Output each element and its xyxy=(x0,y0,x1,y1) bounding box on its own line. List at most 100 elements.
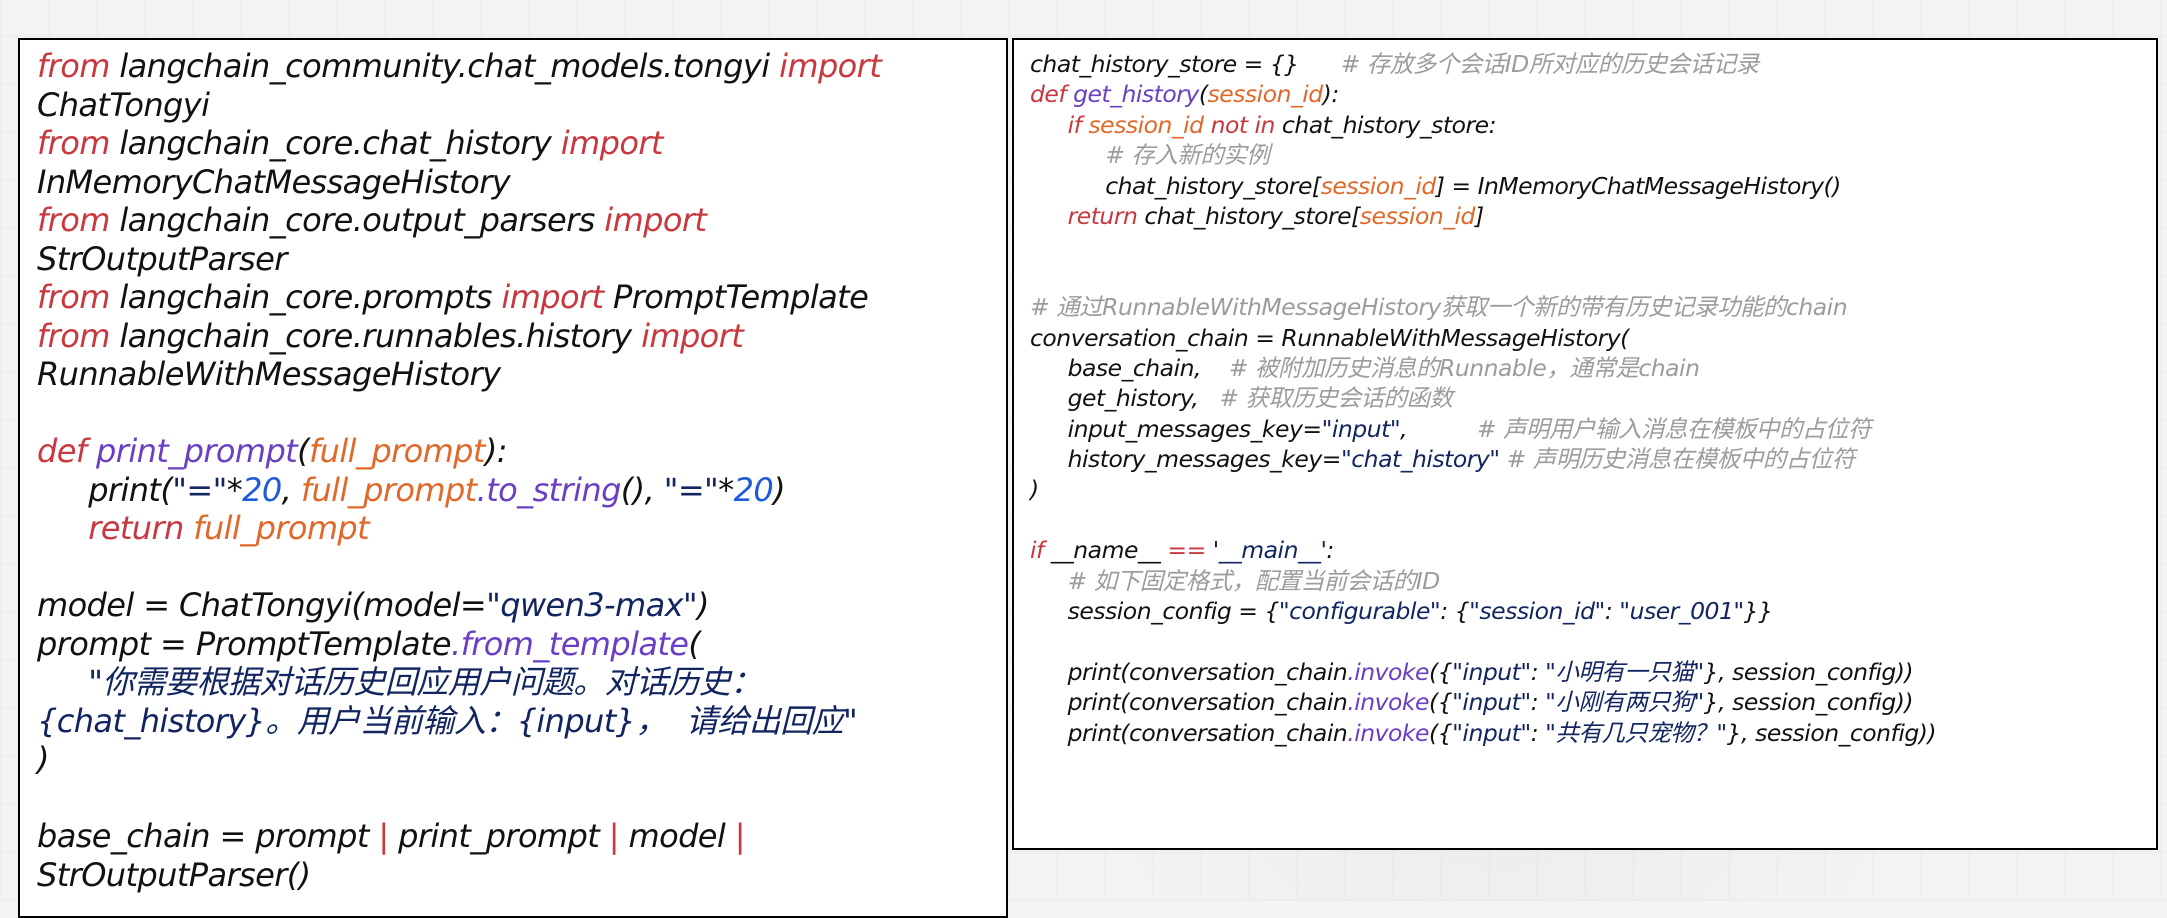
code-line: input_messages_key="input", # 声明用户输入消息在模… xyxy=(1030,414,2156,444)
code-token: ({ xyxy=(1429,718,1453,747)
code-token: * xyxy=(718,470,734,509)
code-token: PromptTemplate xyxy=(603,278,869,316)
code-token: import xyxy=(560,124,664,162)
code-line: if session_id not in chat_history_store: xyxy=(1030,110,2156,140)
code-line: RunnableWithMessageHistory xyxy=(37,355,1006,394)
code-token: chat_history_store[ xyxy=(1137,201,1360,230)
code-token: "=" xyxy=(172,470,227,509)
code-token: get_history xyxy=(1073,80,1199,109)
code-token: ] = InMemoryChatMessageHistory() xyxy=(1435,171,1842,200)
code-token: model xyxy=(618,817,735,855)
code-line: # 如下固定格式，配置当前会话的ID xyxy=(1030,566,2156,596)
code-token: ): xyxy=(484,432,508,470)
code-panel-right: chat_history_store = {} # 存放多个会话ID所对应的历史… xyxy=(1012,38,2158,850)
code-token: full_prompt xyxy=(300,470,477,509)
code-token: # 声明历史消息在模板中的占位符 xyxy=(1506,445,1856,474)
code-token: langchain_core.output_parsers xyxy=(109,201,605,239)
code-token: if xyxy=(1030,536,1044,565)
code-token: "你需要根据对话历史回应用户问题。对话历史： xyxy=(88,663,762,701)
code-token: "qwen3-max" xyxy=(486,586,698,624)
code-token: base_chain, xyxy=(1067,353,1229,382)
code-token: langchain_community.chat_models.tongyi xyxy=(109,47,780,85)
code-token: print(conversation_chain xyxy=(1067,657,1348,686)
code-token: "user_001" xyxy=(1619,597,1744,626)
code-token: : xyxy=(1530,688,1546,717)
code-token: .invoke xyxy=(1347,688,1429,717)
code-token: from xyxy=(37,124,110,162)
code-token: # 被附加历史消息的Runnable，通常是chain xyxy=(1228,353,1700,382)
code-token: .invoke xyxy=(1347,657,1429,686)
code-token: langchain_core.chat_history xyxy=(109,124,561,162)
code-token: __name__ xyxy=(1043,536,1168,565)
code-token: RunnableWithMessageHistory xyxy=(37,355,501,393)
code-token: input_messages_key= xyxy=(1067,414,1322,443)
code-token: chat_history_store: xyxy=(1274,110,1497,139)
code-token: : { xyxy=(1440,597,1470,626)
code-token: # 存入新的实例 xyxy=(1105,141,1270,170)
code-token: full_prompt xyxy=(193,509,370,547)
code-line: StrOutputParser xyxy=(37,240,1006,279)
code-line: ) xyxy=(37,740,1006,779)
code-token: langchain_core.runnables.history xyxy=(109,316,642,355)
code-token: base_chain = prompt xyxy=(37,817,379,855)
code-line: get_history, # 获取历史会话的函数 xyxy=(1030,383,2156,413)
code-token: chat_history_store[ xyxy=(1105,171,1321,200)
code-token: "configurable" xyxy=(1278,597,1441,626)
code-token: history_messages_key= xyxy=(1067,445,1342,474)
code-line: return chat_history_store[session_id] xyxy=(1030,201,2156,231)
code-token: ) xyxy=(1030,475,1039,504)
code-token: }} xyxy=(1743,597,1773,626)
code-token: , xyxy=(281,470,301,509)
code-token: == xyxy=(1167,536,1206,565)
code-line: base_chain, # 被附加历史消息的Runnable，通常是chain xyxy=(1030,353,2156,383)
code-token: print(conversation_chain xyxy=(1067,688,1348,717)
code-line: from langchain_community.chat_models.ton… xyxy=(37,47,1006,86)
code-token: import xyxy=(779,47,882,85)
code-line: ) xyxy=(1030,474,2156,504)
code-token: import xyxy=(641,316,744,355)
code-token: langchain_core.prompts xyxy=(109,278,502,316)
code-token: ( xyxy=(297,432,310,470)
code-line: return full_prompt xyxy=(37,509,1006,548)
code-line: print(conversation_chain.invoke({"input"… xyxy=(1030,718,2156,748)
code-token: session_id xyxy=(1207,80,1323,109)
code-line: StrOutputParser() xyxy=(37,856,1006,895)
code-panel-left: from langchain_community.chat_models.ton… xyxy=(18,38,1008,918)
code-line: "你需要根据对话历史回应用户问题。对话历史： xyxy=(37,663,1006,702)
code-line: print("="*20, full_prompt.to_string(), "… xyxy=(37,471,1006,510)
code-token: : xyxy=(1530,657,1546,686)
code-token: 20 xyxy=(733,470,774,509)
code-token: "input" xyxy=(1452,688,1531,717)
code-token: ( xyxy=(688,624,701,663)
code-token: if xyxy=(1067,110,1082,139)
code-line: print(conversation_chain.invoke({"input"… xyxy=(1030,657,2156,687)
code-token: "共有几只宠物？" xyxy=(1545,718,1727,747)
code-token: InMemoryChatMessageHistory xyxy=(37,162,511,201)
code-line: conversation_chain = RunnableWithMessage… xyxy=(1030,323,2156,353)
code-token: # 通过RunnableWithMessageHistory获取一个新的带有历史… xyxy=(1030,293,1848,322)
code-token: StrOutputParser() xyxy=(37,855,311,894)
code-token: # 声明用户输入消息在模板中的占位符 xyxy=(1476,414,1872,443)
code-line: session_config = {"configurable": {"sess… xyxy=(1030,596,2156,626)
code-token: StrOutputParser xyxy=(37,239,287,278)
code-token: | xyxy=(378,817,389,855)
code-token: : xyxy=(1530,718,1546,747)
code-token: : xyxy=(1326,536,1334,565)
code-token: .from_template xyxy=(451,624,689,663)
code-line: from langchain_core.chat_history import xyxy=(37,124,1006,163)
code-token: .invoke xyxy=(1347,718,1429,747)
code-token: , xyxy=(1400,414,1477,443)
code-line: if __name__ == '__main__': xyxy=(1030,535,2156,565)
code-line: # 存入新的实例 xyxy=(1030,140,2156,170)
code-token: '__main__' xyxy=(1212,536,1327,565)
code-line: base_chain = prompt | print_prompt | mod… xyxy=(37,817,1006,856)
code-token: from xyxy=(37,201,110,239)
code-token: ({ xyxy=(1429,688,1453,717)
